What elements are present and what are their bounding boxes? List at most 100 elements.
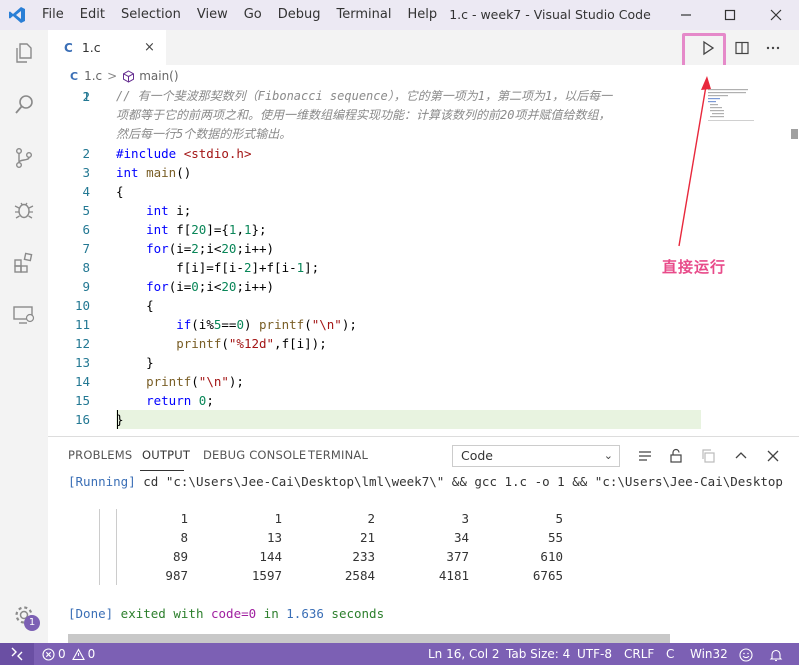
breadcrumb-separator: > [107, 69, 118, 83]
menu-edit[interactable]: Edit [72, 0, 113, 30]
output-channel-select[interactable]: Code ⌄ [452, 445, 620, 467]
code-line-10: { [116, 296, 154, 315]
vscode-logo-icon [0, 0, 34, 30]
code-token: } [116, 355, 154, 370]
encoding[interactable]: UTF-8 [577, 643, 612, 665]
minimap[interactable] [708, 87, 778, 127]
editor-scrollbar[interactable] [790, 127, 799, 279]
output-row: 1 1 2 3 5 [128, 509, 628, 528]
line-number: 10 [74, 298, 90, 313]
code-line-14: printf("\n"); [116, 372, 244, 391]
breadcrumb-file[interactable]: 1.c [84, 69, 102, 83]
output-cell: 1 [274, 511, 282, 526]
menu-go[interactable]: Go [236, 0, 270, 30]
cursor-position[interactable]: Ln 16, Col 2 [428, 643, 500, 665]
output-cell: 6765 [532, 568, 563, 583]
code-token: ); [341, 317, 357, 332]
current-line-highlight [116, 410, 701, 429]
tab-debug-console[interactable]: DEBUG CONSOLE [203, 448, 306, 462]
end-of-line[interactable]: CRLF [624, 643, 654, 665]
remote-explorer-icon[interactable] [10, 301, 38, 329]
clear-output-button[interactable] [634, 445, 656, 467]
code-token: int [116, 222, 177, 237]
indent-guide [116, 509, 117, 585]
tab-terminal[interactable]: TERMINAL [308, 448, 368, 462]
active-tab-underline [140, 470, 184, 471]
maximize-button[interactable] [707, 0, 753, 30]
output-cell: 987 [165, 568, 188, 583]
code-token: { [116, 298, 154, 313]
code-token: , [236, 222, 244, 237]
warning-icon [71, 647, 85, 660]
split-editor-icon [735, 41, 749, 55]
done-text: seconds [323, 606, 385, 621]
code-token: ) [243, 317, 260, 332]
code-comment: // 有一个斐波那契数列（Fibonacci sequence），它的第一项为1… [116, 89, 613, 103]
tab-problems[interactable]: PROBLEMS [68, 448, 132, 462]
output-panel: PROBLEMS OUTPUT DEBUG CONSOLE TERMINAL C… [48, 436, 799, 644]
code-token: return [116, 393, 199, 408]
done-text: in [256, 606, 287, 621]
close-panel-button[interactable] [762, 445, 784, 467]
menu-view[interactable]: View [189, 0, 236, 30]
code-token: main [146, 165, 177, 180]
explorer-icon[interactable] [10, 39, 38, 67]
split-editor-button[interactable] [728, 35, 756, 61]
title-bar: File Edit Selection View Go Debug Termin… [0, 0, 799, 30]
problems-status[interactable]: 0 0 [42, 643, 95, 665]
debug-icon[interactable] [10, 196, 38, 224]
copy-button[interactable] [697, 445, 719, 467]
code-line-8: f[i]=f[i-2]+f[i-1]; [116, 258, 319, 277]
line-number: 6 [82, 222, 90, 237]
line-number: 14 [74, 374, 90, 389]
line-number: 13 [74, 355, 90, 370]
line-number: 15 [74, 393, 90, 408]
search-icon[interactable] [10, 91, 38, 119]
code-comment: 项都等于它的前两项之和。使用一维数组编程实现功能：计算该数列的前20项并赋值给数… [116, 108, 611, 122]
tab-size[interactable]: Tab Size: 4 [506, 643, 570, 665]
tab-output[interactable]: OUTPUT [142, 448, 190, 462]
code-token: ;i< [198, 279, 222, 294]
platform[interactable]: Win32 [690, 643, 728, 665]
output-cell: 377 [446, 549, 469, 564]
elapsed-time: 1.636 [286, 606, 324, 621]
minimize-button[interactable] [663, 0, 709, 30]
tab-1c[interactable]: C 1.c × [48, 30, 166, 65]
code-token: (i= [168, 279, 192, 294]
line-number: 3 [82, 165, 90, 180]
copy-icon [702, 449, 715, 463]
code-token: ]+f[i- [251, 260, 297, 275]
code-token: printf [116, 336, 222, 351]
menu-debug[interactable]: Debug [270, 0, 329, 30]
more-actions-button[interactable] [759, 35, 787, 61]
lock-scroll-button[interactable] [665, 445, 687, 467]
code-token: f[i]=f[i- [116, 260, 244, 275]
menu-file[interactable]: File [34, 0, 72, 30]
code-token: ( [221, 336, 229, 351]
menu-selection[interactable]: Selection [113, 0, 189, 30]
code-line-6: int f[20]={1,1}; [116, 220, 266, 239]
code-token: 2 [191, 241, 199, 256]
code-token: 0 [191, 279, 199, 294]
window-title: 1.c - week7 - Visual Studio Code [449, 7, 651, 22]
output-cell: 3 [461, 511, 469, 526]
c-file-icon: C [70, 69, 79, 83]
notifications-bell-icon[interactable] [769, 647, 783, 665]
breadcrumb-symbol[interactable]: main() [139, 69, 178, 83]
warning-count: 0 [87, 647, 96, 661]
code-line-13: } [116, 353, 154, 372]
code-token: } [116, 412, 124, 427]
maximize-panel-button[interactable] [730, 445, 752, 467]
code-token: "\n" [198, 374, 229, 389]
annotation-label: 直接运行 [662, 258, 727, 276]
source-control-icon[interactable] [10, 144, 38, 172]
language-mode[interactable]: C [666, 643, 674, 665]
error-icon [42, 647, 55, 661]
code-token: "\n" [311, 317, 342, 332]
remote-indicator[interactable] [0, 643, 34, 665]
extensions-icon[interactable] [10, 249, 38, 277]
tab-close-icon[interactable]: × [144, 40, 155, 55]
menu-terminal[interactable]: Terminal [329, 0, 400, 30]
close-window-button[interactable] [753, 0, 799, 30]
feedback-smiley-icon[interactable] [739, 647, 753, 665]
